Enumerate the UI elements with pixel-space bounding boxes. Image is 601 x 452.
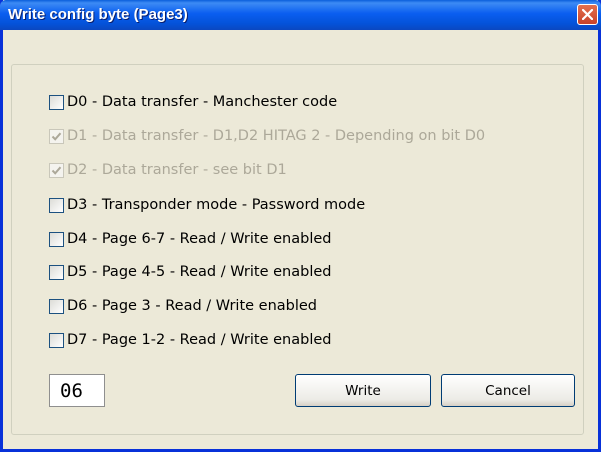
checkmark-icon: [51, 166, 62, 175]
config-value-display: 06: [49, 374, 105, 407]
option-d2-label: D2 - Data transfer - see bit D1: [67, 162, 287, 178]
option-d4[interactable]: D4 - Page 6-7 - Read / Write enabled: [49, 229, 331, 249]
checkbox-d2: [49, 162, 64, 178]
option-d7-label: D7 - Page 1-2 - Read / Write enabled: [67, 332, 332, 348]
option-d5[interactable]: D5 - Page 4-5 - Read / Write enabled: [49, 262, 331, 282]
checkbox-d6[interactable]: [49, 298, 64, 314]
checkbox-d7[interactable]: [49, 332, 64, 348]
option-d7[interactable]: D7 - Page 1-2 - Read / Write enabled: [49, 330, 331, 350]
checkbox-d3[interactable]: [49, 197, 64, 213]
cancel-button[interactable]: Cancel: [441, 374, 575, 407]
option-d6[interactable]: D6 - Page 3 - Read / Write enabled: [49, 296, 317, 316]
checkbox-d4[interactable]: [49, 231, 64, 247]
option-d1: D1 - Data transfer - D1,D2 HITAG 2 - Dep…: [49, 126, 485, 146]
option-d2: D2 - Data transfer - see bit D1: [49, 160, 287, 180]
option-d0[interactable]: D0 - Data transfer - Manchester code: [49, 92, 337, 112]
checkbox-d1: [49, 128, 64, 144]
close-button[interactable]: [577, 4, 598, 25]
option-d1-label: D1 - Data transfer - D1,D2 HITAG 2 - Dep…: [67, 128, 486, 144]
option-d3[interactable]: D3 - Transponder mode - Password mode: [49, 195, 365, 215]
option-d6-label: D6 - Page 3 - Read / Write enabled: [67, 298, 318, 314]
dialog-window: Write config byte (Page3) D0 - Data tran…: [0, 0, 601, 452]
write-button[interactable]: Write: [295, 374, 431, 407]
title-bar[interactable]: Write config byte (Page3): [0, 0, 601, 30]
close-icon: [582, 9, 593, 20]
option-d0-label: D0 - Data transfer - Manchester code: [67, 94, 338, 110]
checkbox-d5[interactable]: [49, 264, 64, 280]
option-d4-label: D4 - Page 6-7 - Read / Write enabled: [67, 231, 332, 247]
checkbox-d0[interactable]: [49, 94, 64, 110]
checkmark-icon: [51, 132, 62, 141]
option-d3-label: D3 - Transponder mode - Password mode: [67, 197, 366, 213]
option-d5-label: D5 - Page 4-5 - Read / Write enabled: [67, 264, 332, 280]
window-title: Write config byte (Page3): [8, 6, 188, 23]
